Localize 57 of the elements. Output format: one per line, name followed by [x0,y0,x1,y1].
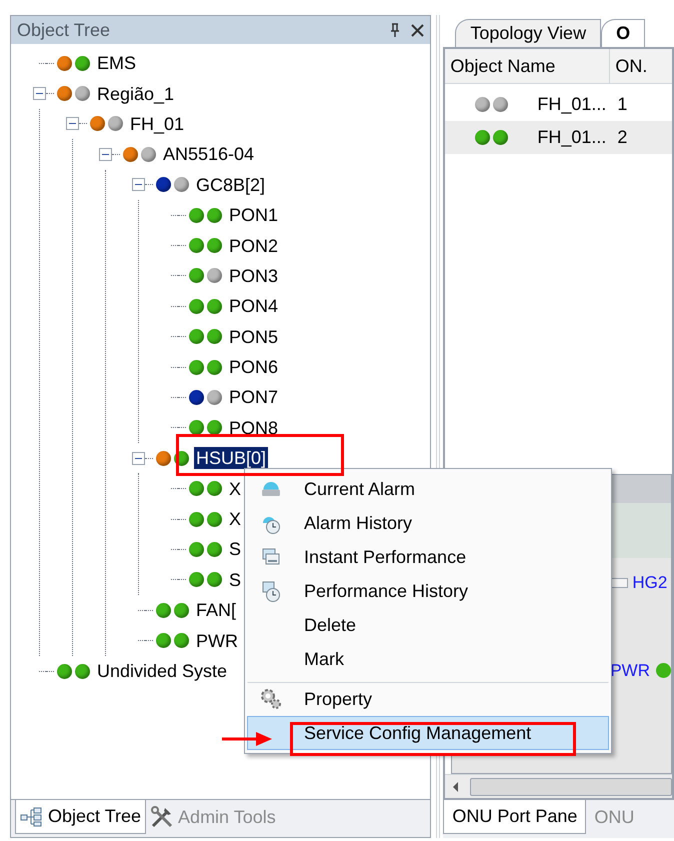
panel-tab[interactable]: Object Tree [15,800,146,834]
table-cell-text: 2 [617,126,628,149]
tree-node-label[interactable]: PWR [194,630,240,652]
tree-node-label[interactable]: PON8 [227,416,280,439]
pin-icon[interactable] [389,23,402,37]
column-header[interactable]: Object Name [445,49,610,83]
tools-icon [150,805,174,829]
tree-node-label[interactable]: EMS [95,52,138,74]
menu-item[interactable]: Delete [247,608,609,642]
scroll-left-arrow-icon[interactable] [453,782,458,792]
table-row[interactable]: FH_01... 2 [445,121,672,154]
table-cell-text: FH_01... [537,93,608,116]
collapse-toggle[interactable] [33,87,46,100]
tree-node-label[interactable]: HSUB[0] [194,447,268,470]
table-cell-text: FH_01... [537,126,608,149]
menu-item[interactable]: Alarm History [247,506,609,540]
tree-node-label[interactable]: PON2 [227,234,280,257]
menu-item[interactable]: Instant Performance [247,540,609,574]
pane-tab[interactable]: ONU Port Pane [443,800,586,834]
menu-item[interactable]: Mark [247,642,609,676]
tree-node-label[interactable]: X [227,508,244,530]
column-header[interactable]: ON. [610,49,652,83]
tree-node-label[interactable]: S [227,538,244,560]
menu-item[interactable]: Performance History [247,574,609,608]
tree-node-label[interactable]: FH_01 [128,112,186,135]
panel-title: Object Tree [17,18,112,42]
collapse-toggle[interactable] [132,452,145,465]
horizontal-scrollbar[interactable] [445,774,672,798]
tree-node-label[interactable]: S [227,568,244,591]
collapse-toggle[interactable] [66,117,79,130]
menu-item[interactable]: Current Alarm [247,472,609,506]
tree-node-label[interactable]: AN5516-04 [161,143,256,166]
tree-node-label[interactable]: PON6 [227,356,280,378]
device-label: HG2 [632,572,668,594]
table-cell-text: 1 [617,93,628,116]
tree-node-label[interactable]: Undivided Syste [95,660,230,682]
tree-structure-icon [20,806,44,826]
tree-node-label[interactable]: PON4 [227,295,280,318]
tree-node-label[interactable]: FAN[ [194,599,238,622]
device-label: PWR [610,660,650,682]
close-icon[interactable] [411,24,424,36]
tree-node-label[interactable]: PON7 [227,386,280,408]
tree-node-label[interactable]: Região_1 [95,82,176,105]
tree-node-label[interactable]: PON3 [227,264,280,287]
menu-item[interactable]: Service Config Management [247,716,609,750]
view-tab[interactable]: O [601,19,646,47]
arrow-annotation [222,731,274,747]
tree-node-label[interactable]: PON1 [227,204,280,226]
view-tab[interactable]: Topology View [455,19,602,47]
collapse-toggle[interactable] [99,148,112,161]
tree-node-label[interactable]: PON5 [227,326,280,348]
clock-icon [260,579,282,603]
alarm-light-icon [262,482,280,496]
collapse-toggle[interactable] [132,178,145,192]
tree-node-label[interactable]: X [227,478,244,500]
tree-node-label[interactable]: GC8B[2] [194,174,268,196]
gear-icon [259,687,283,711]
